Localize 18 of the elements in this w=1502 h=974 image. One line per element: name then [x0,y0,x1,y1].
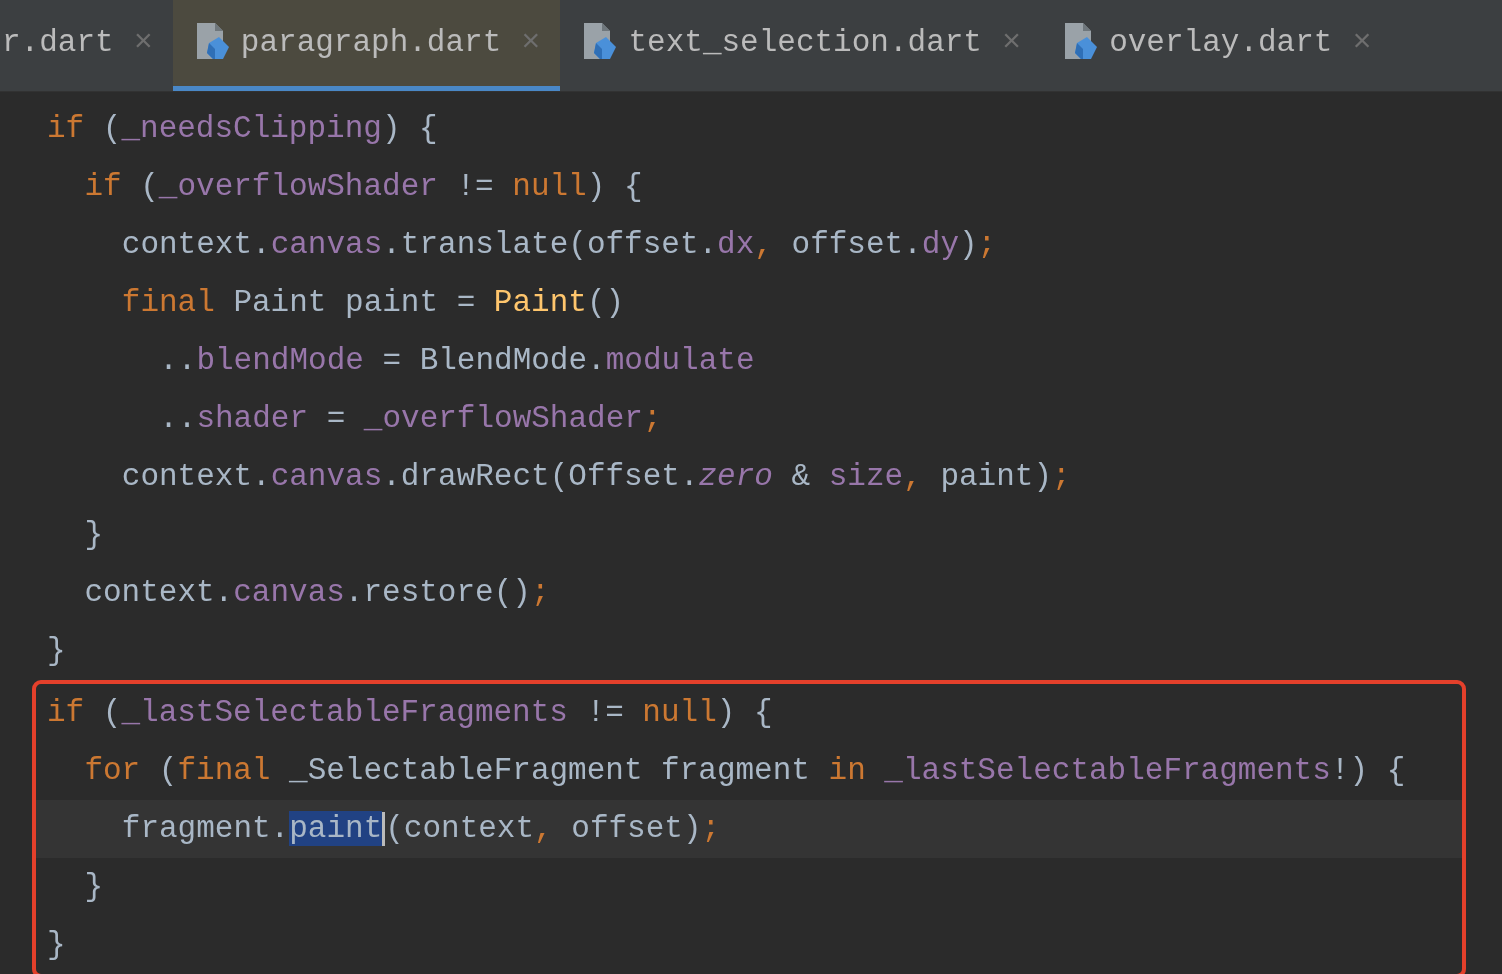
code-line: for (final _SelectableFragment fragment in _lastSelectableFragments!) { [83,752,1407,790]
code-line: final Paint paint = Paint() [120,284,626,322]
code-line: } [46,632,67,670]
code-line: ..shader = _overflowShader; [158,400,663,438]
code-line: } [46,926,67,964]
file-tab[interactable]: text_selection.dart × [560,0,1042,91]
code-line: if (_needsClipping) { [46,110,439,148]
code-line: context.canvas.drawRect(Offset.zero & size, paint); [120,458,1072,496]
file-tab[interactable]: paragraph.dart × [172,0,561,91]
code-line: } [83,516,104,554]
code-line: if (_lastSelectableFragments != null) { [46,694,774,732]
file-tab[interactable]: overlay.dart × [1041,0,1392,91]
code-line: context.canvas.restore(); [83,574,551,612]
code-line: ..blendMode = BlendMode.modulate [158,342,756,380]
code-line: if (_overflowShader != null) { [83,168,644,206]
code-line: } [83,868,104,906]
file-tab[interactable]: r.dart × [0,0,173,91]
code-line: context.canvas.translate(offset.dx, offset.dy); [120,226,998,264]
